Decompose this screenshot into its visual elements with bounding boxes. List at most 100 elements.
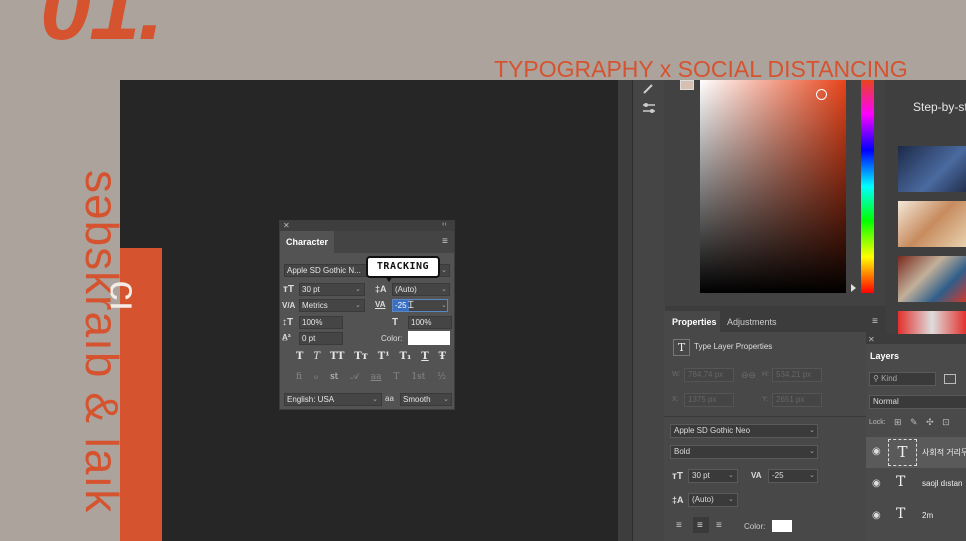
baseline-shift-field[interactable]: 0 pt <box>299 332 343 345</box>
chevron-down-icon: ⌄ <box>443 396 449 403</box>
chevron-down-icon: ⌄ <box>809 427 815 434</box>
panel-menu-icon[interactable]: ≡ <box>872 316 878 327</box>
close-icon[interactable]: ✕ <box>283 221 290 230</box>
strikethrough-button[interactable]: Ŧ <box>439 351 446 362</box>
color-picker-handle[interactable] <box>816 89 827 100</box>
brush-icon[interactable] <box>642 84 656 94</box>
chevron-down-icon: ⌄ <box>441 286 447 293</box>
panel-collapse-strip <box>618 80 632 541</box>
tracking-icon: VA <box>375 300 386 309</box>
width-field[interactable]: 784.74 px <box>684 368 734 382</box>
faux-bold-button[interactable]: T <box>296 351 303 362</box>
tab-character[interactable]: Character <box>286 237 328 247</box>
baseline-shift-icon: A̲ª <box>282 333 291 342</box>
y-label: Y: <box>762 396 769 403</box>
ordinals-button[interactable]: 1st <box>411 372 425 382</box>
tab-properties[interactable]: Properties <box>672 317 717 327</box>
tracking-field[interactable]: -25 <box>393 300 409 311</box>
chevron-down-icon: ⌄ <box>441 302 447 309</box>
swash-button[interactable]: 𝒜 <box>350 372 359 382</box>
hue-slider[interactable] <box>861 80 874 293</box>
leading-icon: ‡A <box>672 495 684 505</box>
chevron-down-icon: ⌄ <box>809 448 815 455</box>
layer-name: 2m <box>922 511 934 520</box>
color-label: Color: <box>381 334 403 343</box>
font-family-select[interactable]: Apple SD Gothic Neo <box>670 424 818 438</box>
visibility-eye-icon[interactable]: ◉ <box>872 510 881 521</box>
horizontal-scale-field[interactable]: 100% <box>408 316 452 329</box>
properties-panel: Properties Adjustments ≡ T Type Layer Pr… <box>664 311 878 541</box>
color-swatch[interactable] <box>408 331 450 345</box>
x-label: X: <box>672 396 679 403</box>
slide-number: 01. <box>40 0 164 59</box>
layer-row[interactable]: ◉ T saojl dıstan <box>866 469 966 500</box>
color-field[interactable] <box>700 80 846 293</box>
learn-panel-title: Step-by-st <box>913 100 966 114</box>
chevron-down-icon: ⌄ <box>355 286 361 293</box>
subscript-button[interactable]: T₁ <box>400 351 412 362</box>
tutorial-thumbnail-2[interactable] <box>898 201 966 247</box>
link-dimensions-icon[interactable]: ⊖⊖ <box>741 370 756 381</box>
font-size-icon: ᴛT <box>672 471 684 482</box>
layer-search-field[interactable]: ⚲ Kind <box>869 372 936 386</box>
chevron-down-icon: ⌄ <box>355 302 361 309</box>
tracking-callout: TRACKING <box>366 256 440 278</box>
leading-icon: ‡A <box>375 284 387 294</box>
adjust-sliders-icon[interactable] <box>642 102 656 114</box>
visibility-eye-icon[interactable]: ◉ <box>872 446 881 457</box>
tutorial-thumbnail-3[interactable] <box>898 256 966 302</box>
fractions-button[interactable]: ½ <box>437 372 446 382</box>
layer-name: saojl dıstan <box>922 479 963 488</box>
stylistic-alternates-button[interactable]: aa <box>371 372 382 382</box>
chevron-down-icon: ⌄ <box>728 496 734 503</box>
faux-italic-button[interactable]: T <box>313 351 320 362</box>
chevron-down-icon: ⌄ <box>441 267 447 274</box>
divider <box>664 416 866 417</box>
search-icon: ⚲ <box>873 374 882 383</box>
image-filter-icon[interactable] <box>944 374 956 384</box>
type-layer-icon: T <box>673 339 690 356</box>
vertical-scale-field[interactable]: 100% <box>299 316 343 329</box>
panel-title-bar[interactable] <box>280 221 454 231</box>
blend-mode-select[interactable]: Normal <box>869 395 966 409</box>
lock-icons[interactable]: ⊞ ✎ ✣ ⊡ <box>894 417 953 428</box>
all-caps-button[interactable]: TT <box>330 351 345 362</box>
tab-adjustments[interactable]: Adjustments <box>727 317 777 327</box>
close-icon[interactable]: ✕ <box>868 335 875 344</box>
small-caps-button[interactable]: Tт <box>354 351 368 362</box>
visibility-eye-icon[interactable]: ◉ <box>872 478 881 489</box>
superscript-button[interactable]: T¹ <box>378 351 390 362</box>
collapse-icon[interactable]: ‹‹ <box>442 221 447 228</box>
tutorial-thumbnail-1[interactable] <box>898 146 966 192</box>
horizontal-scale-icon: T <box>392 317 399 328</box>
titling-alternates-button[interactable]: T <box>393 372 399 382</box>
panel-menu-icon[interactable]: ≡ <box>442 236 448 247</box>
color-swatch[interactable] <box>772 520 792 532</box>
ligatures-button[interactable]: fi <box>296 372 302 382</box>
layer-name: 사회적 거리두 <box>922 448 966 457</box>
align-right-icon[interactable]: ≡ <box>716 520 722 531</box>
discretionary-ligatures-button[interactable]: st <box>330 372 338 382</box>
type-layer-icon: T <box>888 439 917 466</box>
panel-icon-bar <box>632 80 665 541</box>
y-field[interactable]: 2651 px <box>772 393 822 407</box>
x-field[interactable]: 1375 px <box>684 393 734 407</box>
language-select[interactable]: English: USA <box>284 393 382 406</box>
tutorial-thumbnail-4[interactable] <box>898 311 966 335</box>
layer-row[interactable]: ◉ T 2m <box>866 501 966 532</box>
underline-button[interactable]: T <box>421 351 428 362</box>
vertical-subscribe-text: sәbskraıb & laık <box>76 170 128 514</box>
slide-headline: TYPOGRAPHY x SOCIAL DISTANCING <box>494 56 908 82</box>
type-layer-icon: T <box>896 506 906 522</box>
layer-row[interactable]: ◉ T 사회적 거리두 <box>866 437 966 468</box>
align-center-icon[interactable]: ≡ <box>697 520 703 531</box>
align-left-icon[interactable]: ≡ <box>676 520 682 531</box>
hue-slider-arrow[interactable] <box>851 284 856 292</box>
contextual-alternates-button[interactable]: ℴ <box>314 372 318 382</box>
h-label: H: <box>762 371 769 378</box>
layer-search-text: Kind <box>881 374 898 383</box>
height-field[interactable]: 534.21 px <box>772 368 822 382</box>
font-family-select[interactable]: Apple SD Gothic N... <box>284 264 368 277</box>
font-style-select[interactable]: Bold <box>670 445 818 459</box>
lock-label: Lock: <box>869 419 886 426</box>
